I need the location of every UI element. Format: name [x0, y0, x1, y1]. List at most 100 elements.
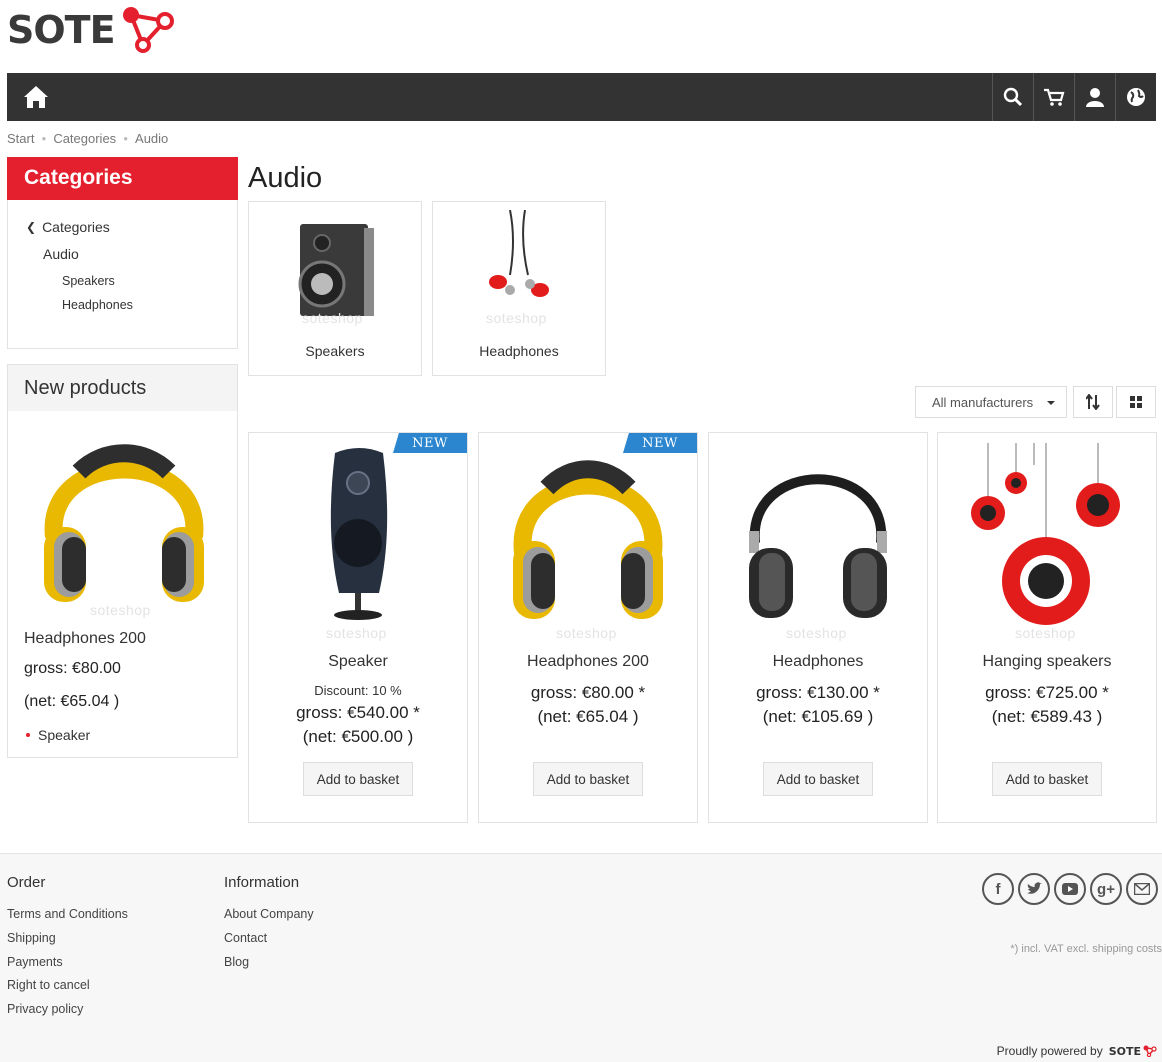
product-gross-price: gross: €725.00 * [985, 683, 1109, 702]
new-badge: NEW [623, 433, 697, 453]
breadcrumb: Start ● Categories ● Audio [7, 131, 168, 146]
watermark-text: soteshop [90, 602, 151, 618]
new-badge: NEW [393, 433, 467, 453]
watermark-text: soteshop [556, 625, 617, 641]
footer-link-privacy[interactable]: Privacy policy [7, 1002, 83, 1016]
manufacturer-select-value: All manufacturers [932, 395, 1034, 410]
new-product-net-price: (net: €65.04 ) [24, 693, 120, 710]
category-back-link[interactable]: ❮ Categories [26, 215, 133, 239]
product-net-price: (net: €500.00 ) [302, 727, 414, 746]
product-discount: Discount: 10 % [314, 683, 402, 698]
footer-link-about[interactable]: About Company [224, 907, 314, 921]
product-card: soteshop NEW Headphones 200 gross: €80.0… [478, 432, 698, 823]
caret-down-icon [1047, 401, 1055, 405]
product-card: soteshop NEW Speaker Discount: 10 % gros… [248, 432, 468, 823]
footer-link-payments[interactable]: Payments [7, 955, 63, 969]
sort-button[interactable] [1073, 386, 1113, 418]
add-to-basket-button[interactable]: Add to basket [763, 762, 873, 796]
watermark-text: soteshop [786, 625, 847, 641]
powered-by-text: Proudly powered by [996, 1044, 1103, 1058]
watermark-text: soteshop [326, 625, 387, 641]
product-gross-price: gross: €540.00 * [296, 703, 420, 722]
main-navbar [7, 73, 1156, 121]
breadcrumb-separator: ● [123, 134, 129, 143]
category-tree: ❮ Categories Audio Speakers Headphones [26, 215, 133, 317]
categories-header: Categories [7, 157, 238, 200]
new-product-gross-price: gross: €80.00 [24, 660, 121, 677]
breadcrumb-audio[interactable]: Audio [135, 131, 168, 146]
globe-icon[interactable] [1115, 73, 1156, 121]
product-gross-price: gross: €130.00 * [756, 683, 880, 702]
new-products-box: New products soteshop Headphones 200 gro… [7, 364, 238, 758]
watermark-text: soteshop [302, 310, 363, 326]
site-logo[interactable]: SOTE [7, 4, 177, 56]
search-icon[interactable] [992, 73, 1033, 121]
footer: Order Terms and Conditions Shipping Paym… [0, 853, 1162, 1062]
new-product-name[interactable]: Headphones 200 [24, 630, 146, 648]
product-net-price: (net: €589.43 ) [991, 707, 1103, 726]
youtube-icon[interactable] [1054, 873, 1086, 905]
subcategory-speakers[interactable]: soteshop Speakers [248, 201, 422, 376]
product-name[interactable]: Headphones [709, 653, 927, 671]
sort-icon [1086, 394, 1100, 410]
add-to-basket-button[interactable]: Add to basket [992, 762, 1102, 796]
footer-link-terms[interactable]: Terms and Conditions [7, 907, 128, 921]
social-links: f g+ [982, 873, 1158, 905]
subcategory-headphones[interactable]: soteshop Headphones [432, 201, 606, 376]
cart-icon[interactable] [1033, 73, 1074, 121]
product-image[interactable]: soteshop [719, 443, 917, 641]
bullet-icon [26, 733, 30, 737]
powered-logo-text: SOTE [1108, 1044, 1141, 1058]
footer-link-blog[interactable]: Blog [224, 955, 249, 969]
grid-view-button[interactable] [1116, 386, 1156, 418]
email-icon[interactable] [1126, 873, 1158, 905]
product-name[interactable]: Hanging speakers [938, 653, 1156, 671]
product-image[interactable]: soteshop [259, 443, 457, 641]
product-name[interactable]: Speaker [249, 653, 467, 671]
add-to-basket-button[interactable]: Add to basket [533, 762, 643, 796]
vat-note: *) incl. VAT excl. shipping costs [1010, 943, 1162, 955]
category-back-label: Categories [42, 219, 110, 235]
subcategory-label: Headphones [479, 343, 559, 359]
footer-information-title: Information [224, 874, 300, 891]
google-plus-icon[interactable]: g+ [1090, 873, 1122, 905]
category-headphones[interactable]: Headphones [26, 293, 133, 317]
speaker-image [298, 224, 374, 316]
subcategory-label: Speakers [305, 343, 365, 359]
powered-logo: SOTE [1109, 1045, 1157, 1058]
earphones-image [489, 210, 549, 297]
home-icon[interactable] [23, 85, 49, 109]
logo-molecule-icon [1143, 1045, 1157, 1057]
product-net-price: (net: €105.69 ) [762, 707, 874, 726]
chevron-left-icon: ❮ [26, 220, 37, 234]
add-to-basket-button[interactable]: Add to basket [303, 762, 413, 796]
category-speakers[interactable]: Speakers [26, 269, 133, 293]
page-title: Audio [248, 162, 323, 194]
twitter-icon[interactable] [1018, 873, 1050, 905]
new-product-image[interactable]: soteshop [24, 427, 224, 618]
breadcrumb-categories[interactable]: Categories [53, 131, 116, 146]
product-name[interactable]: Headphones 200 [479, 653, 697, 671]
category-audio[interactable]: Audio [26, 239, 133, 269]
footer-order-title: Order [7, 874, 46, 891]
footer-link-right-to-cancel[interactable]: Right to cancel [7, 978, 90, 992]
breadcrumb-separator: ● [41, 134, 47, 143]
product-card: soteshop Hanging speakers gross: €725.00… [937, 432, 1157, 823]
watermark-text: soteshop [486, 310, 547, 326]
product-gross-price: gross: €80.00 * [530, 683, 646, 702]
manufacturer-select[interactable]: All manufacturers [915, 386, 1067, 418]
product-net-price: (net: €65.04 ) [537, 707, 639, 726]
breadcrumb-start[interactable]: Start [7, 131, 34, 146]
product-image[interactable]: soteshop [489, 443, 687, 641]
new-product-category-link[interactable]: Speaker [24, 727, 90, 743]
user-icon[interactable] [1074, 73, 1115, 121]
grid-view-icon [1130, 396, 1142, 408]
watermark-text: soteshop [1015, 625, 1076, 641]
facebook-icon[interactable]: f [982, 873, 1014, 905]
product-card: soteshop Headphones gross: €130.00 * (ne… [708, 432, 928, 823]
powered-by[interactable]: Proudly powered by SOTE [997, 1044, 1157, 1058]
product-image[interactable]: soteshop [948, 443, 1146, 641]
footer-link-contact[interactable]: Contact [224, 931, 267, 945]
logo-molecule-icon [122, 7, 174, 53]
footer-link-shipping[interactable]: Shipping [7, 931, 56, 945]
